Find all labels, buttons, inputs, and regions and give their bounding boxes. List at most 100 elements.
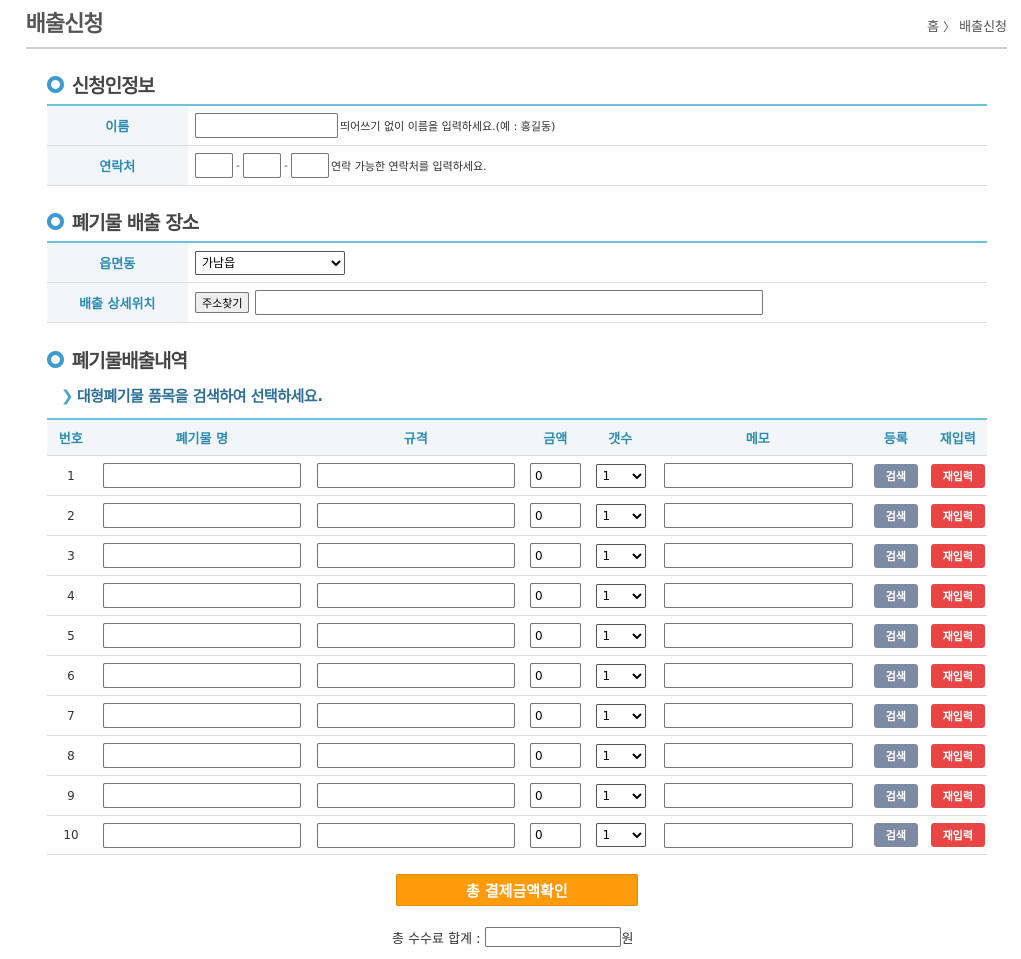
name-label: 이름 [47,106,188,145]
memo-input[interactable] [663,463,853,488]
section-applicant-title: 신청인정보 [47,71,155,98]
detail-location-input[interactable] [255,290,764,315]
row-number: 3 [67,548,75,563]
spec-input[interactable] [317,623,515,648]
reset-button[interactable]: 재입력 [931,663,985,688]
memo-input[interactable] [663,503,853,528]
circle-bullet-icon [47,213,64,230]
reset-button[interactable]: 재입력 [931,743,985,768]
price-input[interactable] [530,543,581,568]
spec-input[interactable] [317,783,515,808]
quantity-select[interactable]: 1 [595,543,646,568]
search-button[interactable]: 검색 [874,543,918,568]
spec-input[interactable] [317,743,515,768]
waste-name-input[interactable] [103,703,301,728]
price-input[interactable] [530,663,581,688]
search-button[interactable]: 검색 [874,503,918,528]
table-row: 4 1 검색 재입력 [47,575,987,615]
phone-input-2[interactable] [242,153,281,178]
breadcrumb-home[interactable]: 홈 [927,20,939,35]
reset-button[interactable]: 재입력 [931,463,985,488]
memo-input[interactable] [663,783,853,808]
reset-button[interactable]: 재입력 [931,543,985,568]
search-button[interactable]: 검색 [874,623,918,648]
detail-location-label: 배출 상세위치 [47,283,188,322]
memo-input[interactable] [663,743,853,768]
price-input[interactable] [530,503,581,528]
waste-name-input[interactable] [103,623,301,648]
quantity-select[interactable]: 1 [595,823,646,847]
circle-bullet-icon [47,351,64,368]
table-row: 7 1 검색 재입력 [47,695,987,735]
section-items-title: 폐기물배출내역 [47,346,188,373]
memo-input[interactable] [663,543,853,568]
phone-input-1[interactable] [195,153,233,178]
section-title-text: 폐기물 배출 장소 [72,212,200,234]
phone-input-3[interactable] [290,153,329,178]
spec-input[interactable] [317,503,515,528]
quantity-select[interactable]: 1 [595,783,646,808]
table-row: 5 1 검색 재입력 [47,615,987,655]
price-input[interactable] [530,463,581,488]
reset-button[interactable]: 재입력 [931,623,985,648]
address-search-button[interactable]: 주소찾기 [195,292,250,313]
waste-name-input[interactable] [103,463,301,488]
reset-button[interactable]: 재입력 [931,703,985,728]
waste-name-input[interactable] [103,503,301,528]
spec-input[interactable] [317,583,515,608]
items-guide: ❯ 대형폐기물 품목을 검색하여 선택하세요. [61,385,323,406]
search-button[interactable]: 검색 [874,703,918,728]
items-rows: 1 1 검색 재입력 2 1 검색 재입력 3 1 검색 재입력 4 1 검색 [47,455,987,855]
waste-name-input[interactable] [103,783,301,808]
row-number: 4 [67,588,75,603]
area-select[interactable]: 가남읍 [195,250,345,275]
reset-button[interactable]: 재입력 [931,823,985,847]
search-button[interactable]: 검색 [874,823,918,847]
price-input[interactable] [530,743,581,768]
row-number: 1 [67,468,75,483]
price-input[interactable] [530,583,581,608]
memo-input[interactable] [663,663,853,688]
price-input[interactable] [530,703,581,728]
search-button[interactable]: 검색 [874,463,918,488]
name-input[interactable] [195,113,338,138]
price-input[interactable] [530,822,581,848]
quantity-select[interactable]: 1 [595,663,646,688]
waste-name-input[interactable] [103,743,301,768]
price-input[interactable] [530,783,581,808]
quantity-select[interactable]: 1 [595,503,646,528]
reset-button[interactable]: 재입력 [931,583,985,608]
total-fee-input[interactable] [484,927,621,947]
reset-button[interactable]: 재입력 [931,503,985,528]
memo-input[interactable] [663,703,853,728]
quantity-select[interactable]: 1 [595,743,646,768]
chevron-right-icon: 〉 [943,20,956,34]
waste-name-input[interactable] [103,583,301,608]
spec-input[interactable] [317,663,515,688]
waste-name-input[interactable] [103,663,301,688]
waste-name-input[interactable] [103,543,301,568]
memo-input[interactable] [663,583,853,608]
reset-button[interactable]: 재입력 [931,783,985,808]
spec-input[interactable] [317,703,515,728]
spec-input[interactable] [317,543,515,568]
table-row: 10 1 검색 재입력 [47,815,987,855]
quantity-select[interactable]: 1 [595,623,646,648]
total-check-button[interactable]: 총 결제금액확인 [396,874,638,906]
search-button[interactable]: 검색 [874,743,918,768]
quantity-select[interactable]: 1 [595,583,646,608]
memo-input[interactable] [663,623,853,648]
memo-input[interactable] [663,822,853,848]
quantity-select[interactable]: 1 [595,463,646,488]
search-button[interactable]: 검색 [874,783,918,808]
quantity-select[interactable]: 1 [595,703,646,728]
search-button[interactable]: 검색 [874,583,918,608]
section-location-title: 폐기물 배출 장소 [47,208,200,235]
spec-input[interactable] [317,463,515,488]
search-button[interactable]: 검색 [874,663,918,688]
waste-name-input[interactable] [103,822,301,848]
row-number: 2 [67,508,75,523]
price-input[interactable] [530,623,581,648]
breadcrumb: 홈 〉 배출신청 [927,16,1007,35]
spec-input[interactable] [317,822,515,848]
